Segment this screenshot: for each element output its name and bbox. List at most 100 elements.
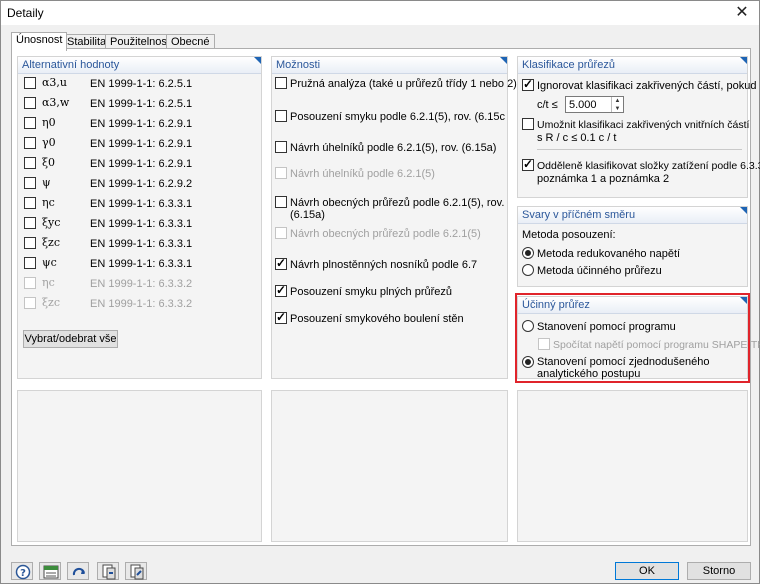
ok-button[interactable]: OK <box>615 562 679 580</box>
allow-curved-classification-checkbox[interactable] <box>522 118 534 130</box>
welds-header: Svary v příčném směru <box>518 207 747 224</box>
units-button[interactable] <box>39 562 61 580</box>
alt-value-reference: EN 1999-1-1: 6.2.5.1 <box>90 98 193 110</box>
separate-classification-label-2: poznámka 1 a poznámka 2 <box>537 173 670 185</box>
option-checkbox[interactable] <box>275 77 287 89</box>
separate-classification-label-1: Odděleně klasifikovat složky zatížení po… <box>537 160 760 172</box>
import-icon <box>102 564 116 580</box>
alt-value-reference: EN 1999-1-1: 6.3.3.1 <box>90 238 193 250</box>
ct-ratio-label: c/t ≤ <box>537 99 558 111</box>
reduced-stress-label: Metoda redukovaného napětí <box>537 248 681 260</box>
ignore-classification-checkbox[interactable] <box>522 77 534 91</box>
classification-title: Klasifikace průřezů <box>522 59 615 71</box>
ct-ratio-spinner[interactable]: 5.000 ▲ ▼ <box>565 96 624 113</box>
welds-panel: Svary v příčném směru Metoda posouzení: … <box>517 206 748 287</box>
assessment-method-label: Metoda posouzení: <box>522 229 616 241</box>
option-label: Návrh úhelníků podle 6.2.1(5) <box>290 168 435 180</box>
help-button[interactable]: ? <box>11 562 33 580</box>
alt-value-reference: EN 1999-1-1: 6.2.5.1 <box>90 78 193 90</box>
alt-value-checkbox[interactable] <box>24 77 36 89</box>
classification-header: Klasifikace průřezů <box>518 57 747 74</box>
option-label: Pružná analýza (také u průřezů třídy 1 n… <box>290 78 517 90</box>
tab-unosnost[interactable]: Únosnost <box>11 32 68 51</box>
option-label: Návrh obecných průřezů podle 6.2.1(5) <box>290 228 481 240</box>
info-panel-right <box>517 390 748 542</box>
alt-value-checkbox[interactable] <box>24 277 36 289</box>
cancel-button[interactable]: Storno <box>687 562 751 580</box>
reduced-stress-radio[interactable] <box>522 247 534 259</box>
option-checkbox[interactable] <box>275 227 287 239</box>
alt-value-checkbox[interactable] <box>24 177 36 189</box>
alt-value-reference: EN 1999-1-1: 6.3.3.2 <box>90 298 193 310</box>
welds-title: Svary v příčném směru <box>522 209 636 221</box>
classification-panel: Klasifikace průřezů Ignorovat klasifikac… <box>517 56 760 198</box>
options-header: Možnosti <box>272 57 507 74</box>
alt-value-reference: EN 1999-1-1: 6.2.9.1 <box>90 158 193 170</box>
allow-curved-label-1: Umožnit klasifikaci zakřivených vnitřníc… <box>537 119 750 131</box>
alt-value-reference: EN 1999-1-1: 6.3.3.1 <box>90 198 193 210</box>
option-checkbox[interactable] <box>275 283 287 297</box>
option-label: Návrh úhelníků podle 6.2.1(5), rov. (6.1… <box>290 142 497 154</box>
option-label: Posouzení smykového boulení stěn <box>290 313 464 325</box>
alt-value-symbol: ηc <box>42 196 55 209</box>
option-label: Posouzení smyku plných průřezů <box>290 286 453 298</box>
alt-value-reference: EN 1999-1-1: 6.2.9.1 <box>90 118 193 130</box>
alt-value-checkbox[interactable] <box>24 237 36 249</box>
window-title: Detaily <box>7 6 44 20</box>
option-checkbox[interactable] <box>275 256 287 270</box>
alt-value-checkbox[interactable] <box>24 297 36 309</box>
alt-values-title: Alternativní hodnoty <box>22 59 120 71</box>
option-checkbox[interactable] <box>275 310 287 324</box>
alt-value-symbol: α3,u <box>42 76 68 89</box>
options-panel: Možnosti Pružná analýza (také u průřezů … <box>271 56 517 379</box>
alt-value-checkbox[interactable] <box>24 197 36 209</box>
reset-button[interactable] <box>67 562 89 580</box>
alt-value-symbol: ξzc <box>42 236 61 249</box>
alt-value-symbol: ξzc <box>42 296 61 309</box>
option-checkbox[interactable] <box>275 110 287 122</box>
tab-content: Alternativní hodnoty α3,u EN 1999-1-1: 6.… <box>11 48 760 546</box>
alt-value-reference: EN 1999-1-1: 6.3.3.1 <box>90 218 193 230</box>
spin-down-icon[interactable]: ▼ <box>612 105 623 113</box>
close-icon[interactable]: ✕ <box>731 3 753 23</box>
alt-value-checkbox[interactable] <box>24 117 36 129</box>
ignore-classification-label: Ignorovat klasifikaci zakřivených částí,… <box>537 80 757 92</box>
title-bar: Detaily ✕ <box>1 1 759 25</box>
separate-classification-checkbox[interactable] <box>522 157 534 171</box>
alt-value-reference: EN 1999-1-1: 6.3.3.1 <box>90 258 193 270</box>
info-panel-left <box>17 390 262 542</box>
allow-curved-label-2: s R / c ≤ 0.1 c / t <box>537 132 617 144</box>
alt-value-checkbox[interactable] <box>24 157 36 169</box>
ct-ratio-value: 5.000 <box>569 99 597 111</box>
alt-value-reference: EN 1999-1-1: 6.3.3.2 <box>90 278 193 290</box>
options-title: Možnosti <box>276 59 321 71</box>
alt-value-checkbox[interactable] <box>24 97 36 109</box>
reset-arrow-icon <box>72 567 85 576</box>
alt-value-checkbox[interactable] <box>24 257 36 269</box>
effective-section-method-radio[interactable] <box>522 264 534 276</box>
classification-separator <box>537 149 742 150</box>
export-button[interactable] <box>125 562 147 580</box>
alt-value-symbol: ξ0 <box>42 156 56 169</box>
help-icon: ? <box>15 564 31 580</box>
alt-values-panel: Alternativní hodnoty α3,u EN 1999-1-1: 6.… <box>17 56 262 379</box>
alt-value-symbol: γ0 <box>42 136 56 149</box>
import-button[interactable] <box>97 562 119 580</box>
effective-section-method-label: Metoda účinného průřezu <box>537 265 662 277</box>
export-icon <box>130 564 144 580</box>
alt-value-symbol: ηc <box>42 276 55 289</box>
option-label: Posouzení smyku podle 6.2.1(5), rov. (6.… <box>290 111 506 123</box>
alt-value-reference: EN 1999-1-1: 6.2.9.1 <box>90 138 193 150</box>
spin-up-icon[interactable]: ▲ <box>612 97 623 105</box>
alt-value-symbol: ξyc <box>42 216 61 229</box>
option-checkbox[interactable] <box>275 167 287 179</box>
option-label: Návrh plnostěnných nosníků podle 6.7 <box>290 259 478 271</box>
option-checkbox[interactable] <box>275 141 287 153</box>
select-all-button[interactable]: Vybrat/odebrat vše <box>23 330 118 348</box>
alt-value-checkbox[interactable] <box>24 137 36 149</box>
alt-value-symbol: ψ <box>42 176 51 189</box>
svg-text:?: ? <box>20 568 26 579</box>
alt-value-checkbox[interactable] <box>24 217 36 229</box>
alt-value-reference: EN 1999-1-1: 6.2.9.2 <box>90 178 193 190</box>
option-checkbox[interactable] <box>275 196 287 208</box>
